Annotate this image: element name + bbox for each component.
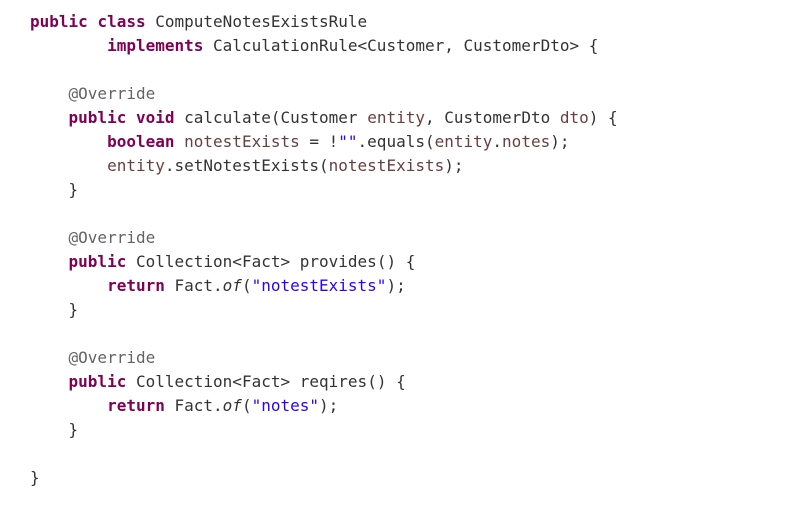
paren-close-brace: ) {	[386, 252, 415, 271]
paren-close-semi: );	[444, 156, 463, 175]
method-calculate: calculate	[184, 108, 271, 127]
kw-public: public	[69, 108, 127, 127]
angle-close: >	[569, 36, 579, 55]
type-fact: Fact	[242, 372, 281, 391]
arg-notestexists: notestExists	[329, 156, 445, 175]
paren-close-brace: ) {	[589, 108, 618, 127]
angle-open: <	[232, 372, 242, 391]
kw-public: public	[69, 252, 127, 271]
annotation-override: @Override	[69, 348, 156, 367]
space	[165, 276, 175, 295]
paren-close-semi: );	[319, 396, 338, 415]
space	[88, 12, 98, 31]
type-customerdto: CustomerDto	[444, 108, 550, 127]
angle-open: <	[232, 252, 242, 271]
kw-public: public	[69, 372, 127, 391]
param-entity: entity	[367, 108, 425, 127]
ref-entity: entity	[435, 132, 493, 151]
paren-open: (	[319, 156, 329, 175]
space	[165, 396, 175, 415]
type-collection: Collection	[136, 252, 232, 271]
paren-open: (	[425, 132, 435, 151]
dot: .	[213, 396, 223, 415]
comma: ,	[425, 108, 444, 127]
kw-implements: implements	[107, 36, 203, 55]
class-name: ComputeNotesExistsRule	[155, 12, 367, 31]
eq-bang: = !	[300, 132, 339, 151]
code-block: public class ComputeNotesExistsRule impl…	[30, 10, 775, 490]
param-dto: dto	[560, 108, 589, 127]
paren-close-brace: ) {	[377, 372, 406, 391]
comma: ,	[444, 36, 463, 55]
kw-void: void	[136, 108, 175, 127]
type-fact: Fact	[175, 276, 214, 295]
method-equals: equals	[367, 132, 425, 151]
paren-open: (	[242, 396, 252, 415]
type-collection: Collection	[136, 372, 232, 391]
space	[175, 132, 185, 151]
space	[126, 372, 136, 391]
kw-return: return	[107, 276, 165, 295]
space	[203, 36, 213, 55]
space	[175, 108, 185, 127]
brace-open: {	[579, 36, 598, 55]
string-empty: ""	[338, 132, 357, 151]
paren-open: (	[242, 276, 252, 295]
angle-close: >	[280, 252, 290, 271]
space	[290, 372, 300, 391]
type-customer: Customer	[367, 36, 444, 55]
space	[146, 12, 156, 31]
method-setnotestexists: setNotestExists	[175, 156, 320, 175]
type-customerdto: CustomerDto	[464, 36, 570, 55]
angle-close: >	[280, 372, 290, 391]
dot: .	[165, 156, 175, 175]
space	[290, 252, 300, 271]
paren-close-semi: );	[550, 132, 569, 151]
type-fact: Fact	[242, 252, 281, 271]
brace-close: }	[69, 180, 79, 199]
method-of: of	[223, 396, 242, 415]
annotation-override: @Override	[69, 228, 156, 247]
space	[126, 108, 136, 127]
brace-close: }	[30, 468, 40, 487]
type-fact: Fact	[175, 396, 214, 415]
method-reqires: reqires	[300, 372, 367, 391]
dot: .	[492, 132, 502, 151]
var-notestexists: notestExists	[184, 132, 300, 151]
kw-return: return	[107, 396, 165, 415]
method-provides: provides	[300, 252, 377, 271]
annotation-override: @Override	[69, 84, 156, 103]
kw-class: class	[97, 12, 145, 31]
space	[126, 252, 136, 271]
brace-close: }	[69, 300, 79, 319]
dot: .	[213, 276, 223, 295]
type-calculationrule: CalculationRule	[213, 36, 358, 55]
ref-entity: entity	[107, 156, 165, 175]
paren-open: (	[377, 252, 387, 271]
method-of: of	[223, 276, 242, 295]
kw-public: public	[30, 12, 88, 31]
brace-close: }	[69, 420, 79, 439]
dot: .	[358, 132, 368, 151]
string-notes: "notes"	[252, 396, 319, 415]
string-notestexists: "notestExists"	[252, 276, 387, 295]
paren-close-semi: );	[386, 276, 405, 295]
type-customer: Customer	[280, 108, 357, 127]
paren-open: (	[367, 372, 377, 391]
kw-boolean: boolean	[107, 132, 174, 151]
space	[358, 108, 368, 127]
field-notes: notes	[502, 132, 550, 151]
angle-open: <	[358, 36, 368, 55]
space	[550, 108, 560, 127]
